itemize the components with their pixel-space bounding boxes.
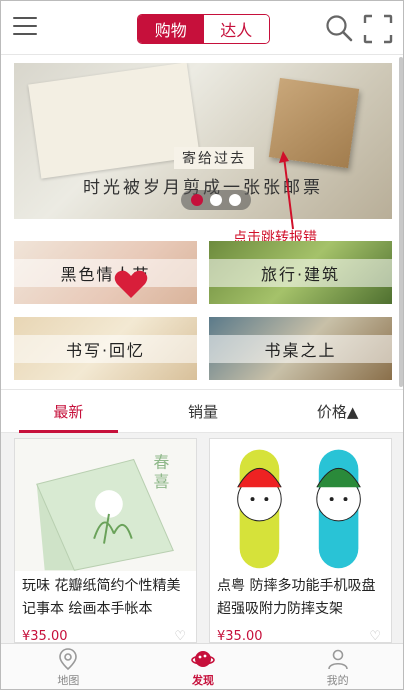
product-image-notebook: 春 喜 bbox=[15, 439, 196, 571]
menu-icon[interactable] bbox=[13, 17, 37, 37]
nav-label: 我的 bbox=[326, 674, 349, 687]
category-tile[interactable]: 书桌之上 bbox=[209, 317, 392, 380]
product-price: ¥35.00 bbox=[217, 629, 263, 643]
annotation-arrow-icon bbox=[279, 151, 294, 230]
sort-tabs: 最新 销量 价格▲ bbox=[1, 389, 403, 433]
carousel-dot[interactable] bbox=[209, 194, 222, 206]
scan-icon[interactable] bbox=[363, 14, 393, 44]
heart-outline-icon[interactable]: ♡ bbox=[369, 629, 381, 642]
product-card[interactable]: 点粤 防摔多功能手机吸盘超强吸附力防摔支架 ¥35.00 ♡ bbox=[209, 438, 392, 643]
nav-label: 地图 bbox=[57, 674, 80, 687]
app-screen: 购物 达人 寄给过去 时光被岁月剪成一张张邮票 点击跳转报错 黑色情人节 旅行·… bbox=[0, 0, 404, 690]
category-label: 书桌之上 bbox=[209, 335, 392, 363]
tab-newest[interactable]: 最新 bbox=[1, 390, 136, 433]
tab-shopping[interactable]: 购物 bbox=[138, 15, 204, 43]
scrollbar[interactable] bbox=[399, 57, 403, 387]
product-image-phone-stand bbox=[210, 439, 391, 571]
planet-icon bbox=[191, 651, 215, 667]
nav-label: 发现 bbox=[192, 674, 214, 687]
nav-discover[interactable]: 发现 bbox=[136, 644, 271, 689]
carousel-indicator bbox=[181, 190, 251, 210]
tab-price[interactable]: 价格▲ bbox=[270, 390, 403, 432]
carousel-dot[interactable] bbox=[190, 194, 203, 206]
tab-experts[interactable]: 达人 bbox=[203, 15, 269, 43]
category-tile[interactable]: 书写·回忆 bbox=[14, 317, 197, 380]
heart-icon bbox=[114, 270, 148, 298]
banner-label-top: 寄给过去 bbox=[174, 147, 254, 169]
category-tile[interactable]: 黑色情人节 bbox=[14, 241, 197, 304]
mode-switch: 购物 达人 bbox=[137, 14, 270, 44]
category-label: 黑色情人节 bbox=[14, 259, 197, 287]
nav-map[interactable]: 地图 bbox=[1, 644, 136, 689]
category-label: 书写·回忆 bbox=[14, 335, 197, 363]
bottom-nav: 地图 发现 我的 bbox=[1, 643, 403, 689]
product-price: ¥35.00 bbox=[22, 629, 68, 643]
carousel-dot[interactable] bbox=[229, 194, 242, 206]
heart-outline-icon[interactable]: ♡ bbox=[174, 629, 186, 642]
map-pin-icon bbox=[59, 648, 78, 671]
svg-text:春: 春 bbox=[153, 452, 169, 471]
category-tile[interactable]: 旅行·建筑 bbox=[209, 241, 392, 304]
product-title: 玩味 花瓣纸简约个性精美记事本 绘画本手帐本 bbox=[22, 578, 181, 617]
category-label: 旅行·建筑 bbox=[209, 259, 392, 287]
search-icon[interactable] bbox=[325, 14, 353, 42]
svg-text:喜: 喜 bbox=[153, 472, 169, 491]
banner-carousel[interactable]: 寄给过去 时光被岁月剪成一张张邮票 bbox=[14, 63, 392, 219]
tab-sales[interactable]: 销量 bbox=[136, 390, 271, 432]
user-icon bbox=[327, 649, 348, 670]
top-bar: 购物 达人 bbox=[1, 1, 403, 55]
product-title: 点粤 防摔多功能手机吸盘超强吸附力防摔支架 bbox=[217, 578, 376, 617]
product-card[interactable]: 春 喜 玩味 花瓣纸简约个性精美记事本 绘画本手帐本 ¥35.00 ♡ bbox=[14, 438, 197, 643]
nav-profile[interactable]: 我的 bbox=[270, 644, 403, 689]
